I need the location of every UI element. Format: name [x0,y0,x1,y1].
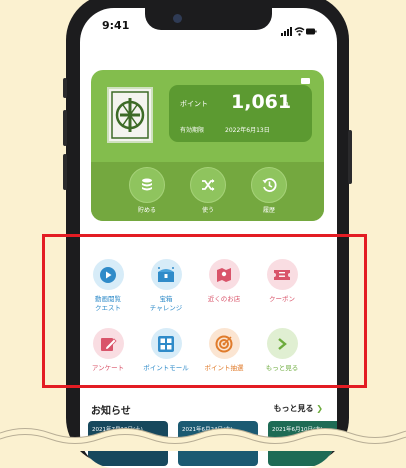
app-logo [107,87,153,143]
phone-notch [145,8,272,30]
points-card: ポイント 1,061 p 有効期限 2022年6月13日 貯める 使う 履歴 [91,70,324,221]
history-label: 履歴 [262,207,275,214]
signal-icon [281,27,292,36]
front-camera [173,14,182,23]
history-icon [251,167,287,203]
wifi-icon [294,27,305,36]
phone-volume-up [63,110,67,146]
points-unit: p [284,100,289,108]
earn-label: 貯める [137,207,156,214]
phone-silent-switch [63,78,67,98]
points-label: ポイント [180,100,208,108]
highlight-box [42,234,367,388]
torn-edge [0,428,406,451]
use-label: 使う [201,207,214,214]
shuffle-icon [190,167,226,203]
expiry-label: 有効期限 [180,127,205,134]
coins-icon [129,167,165,203]
status-time: 9:41 [102,19,130,32]
status-icons [281,21,317,40]
points-value: 1,061 [231,91,292,113]
phone-power-button [348,130,352,184]
points-balance-panel[interactable]: ポイント 1,061 p 有効期限 2022年6月13日 [169,85,312,142]
battery-icon [306,28,317,35]
use-button[interactable]: 使う [185,167,231,214]
expiry-date: 2022年6月13日 [225,127,270,134]
history-button[interactable]: 履歴 [246,167,292,214]
card-icon[interactable] [301,78,310,84]
earn-button[interactable]: 貯める [124,167,170,214]
phone-volume-down [63,154,67,190]
